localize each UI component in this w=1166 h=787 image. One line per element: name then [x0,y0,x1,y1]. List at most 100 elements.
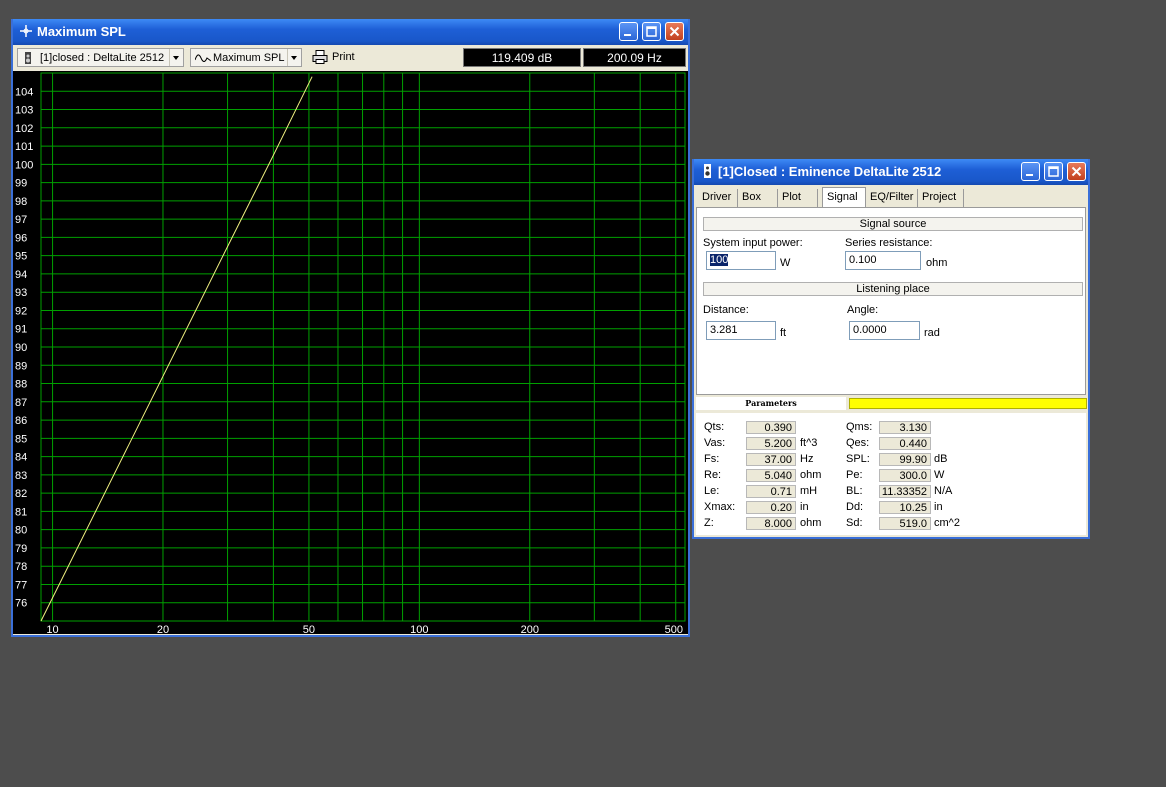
y-tick-label: 91 [15,324,27,336]
y-tick-label: 79 [15,543,27,555]
parameter-name: Z: [704,517,714,529]
parameter-name: Xmax: [704,501,736,513]
parameter-name: Vas: [704,437,726,449]
x-tick-label: 200 [521,624,539,634]
y-tick-label: 102 [15,123,33,135]
parameter-value: 5.040 [746,469,796,482]
y-tick-label: 78 [15,561,27,573]
parameter-name: BL: [846,485,863,497]
parameter-name: Sd: [846,517,863,529]
plot-select[interactable]: Maximum SPL [190,48,302,67]
y-tick-label: 93 [15,287,27,299]
resistance-input[interactable]: 0.100 [845,251,921,270]
print-label: Print [332,51,355,63]
parameter-value: 0.440 [879,437,931,450]
parameter-row: Re: 5.040 ohm [704,469,844,483]
y-tick-label: 90 [15,342,27,354]
distance-unit: ft [780,327,787,339]
close-button[interactable] [665,22,684,41]
plot-select-value: Maximum SPL [213,52,285,64]
parameter-row: Z: 8.000 ohm [704,517,844,531]
parameter-unit: W [934,469,945,481]
power-label: System input power: [703,237,803,249]
parameter-value: 37.00 [746,453,796,466]
y-tick-label: 100 [15,159,33,171]
spl-chart[interactable]: 76 77 78 79 80 81 82 83 84 85 86 87 88 89 90 91 92 93 94 95… [13,71,688,634]
y-tick-label: 83 [15,470,27,482]
parameter-name: Qms: [846,421,873,433]
y-tick-label: 86 [15,415,27,427]
parameter-unit: N/A [934,485,953,497]
title-bar[interactable]: Maximum SPL [13,19,688,45]
tab-eq-filter[interactable]: EQ/Filter [866,189,918,207]
print-button[interactable]: Print [307,48,462,67]
window-title: Maximum SPL [37,24,126,39]
signal-source-header: Signal source [703,217,1083,231]
db-readout: 119.409 dB [463,48,581,67]
tab-box[interactable]: Box [738,189,778,207]
parameter-name: SPL: [846,453,870,465]
maximize-button[interactable] [642,22,661,41]
parameter-row: Pe: 300.0 W [846,469,986,483]
maximize-button[interactable] [1044,162,1063,181]
distance-input[interactable]: 3.281 [706,321,776,340]
close-button[interactable] [1067,162,1086,181]
parameter-unit: Hz [800,453,814,465]
parameter-row: Qes: 0.440 [846,437,986,451]
parameters-header: Parameters [696,397,1087,411]
parameter-row: Sd: 519.0 cm^2 [846,517,986,531]
driver-select[interactable]: [1]closed : DeltaLite 2512 [17,48,184,67]
parameter-row: Xmax: 0.20 in [704,501,844,515]
title-bar[interactable]: [1]Closed : Eminence DeltaLite 2512 [694,159,1088,185]
tab-project[interactable]: Project [918,189,964,207]
parameter-row: Fs: 37.00 Hz [704,453,844,467]
x-tick-label: 10 [46,624,58,634]
parameters-highlight-bar [849,398,1087,409]
max-spl-window: Maximum SPL [1]closed : DeltaLite 2512 M… [11,19,690,637]
angle-label: Angle: [847,304,879,316]
minimize-button[interactable] [1021,162,1040,181]
y-tick-label: 80 [15,525,27,537]
y-tick-label: 98 [15,196,27,208]
y-tick-label: 87 [15,397,27,409]
resistance-label: Series resistance: [845,237,933,249]
y-tick-label: 101 [15,141,33,153]
parameter-row: Dd: 10.25 in [846,501,986,515]
power-unit: W [780,257,791,269]
tab-driver[interactable]: Driver [698,189,738,207]
y-tick-label: 95 [15,251,27,263]
parameter-unit: in [800,501,809,513]
power-input[interactable]: 100 [706,251,776,270]
y-tick-label: 76 [15,598,27,610]
y-tick-label: 96 [15,232,27,244]
parameter-name: Qes: [846,437,870,449]
toolbar: [1]closed : DeltaLite 2512 Maximum SPL P… [13,45,688,71]
tab-signal[interactable]: Signal [822,187,866,208]
chevron-down-icon[interactable] [287,49,301,66]
parameter-row: Le: 0.71 mH [704,485,844,499]
angle-input[interactable]: 0.0000 [849,321,920,340]
y-tick-label: 88 [15,379,27,391]
parameter-name: Qts: [704,421,725,433]
hz-readout: 200.09 Hz [583,48,686,67]
tab-plot[interactable]: Plot [778,189,818,207]
parameter-value: 300.0 [879,469,931,482]
speaker-icon [25,52,31,64]
x-tick-label: 100 [410,624,428,634]
resistance-unit: ohm [926,257,948,269]
driver-settings-window: [1]Closed : Eminence DeltaLite 2512 Driv… [692,159,1090,539]
parameter-name: Pe: [846,469,863,481]
y-tick-label: 77 [15,579,27,591]
listening-place-header: Listening place [703,282,1083,296]
chevron-down-icon[interactable] [169,49,183,66]
parameter-row: Qms: 3.130 [846,421,986,435]
angle-unit: rad [924,327,940,339]
crosshair-icon [20,25,32,37]
parameter-value: 8.000 [746,517,796,530]
y-tick-label: 103 [15,105,33,117]
y-tick-label: 81 [15,506,27,518]
parameter-value: 0.20 [746,501,796,514]
minimize-button[interactable] [619,22,638,41]
y-tick-label: 99 [15,178,27,190]
spl-curve [40,76,313,622]
